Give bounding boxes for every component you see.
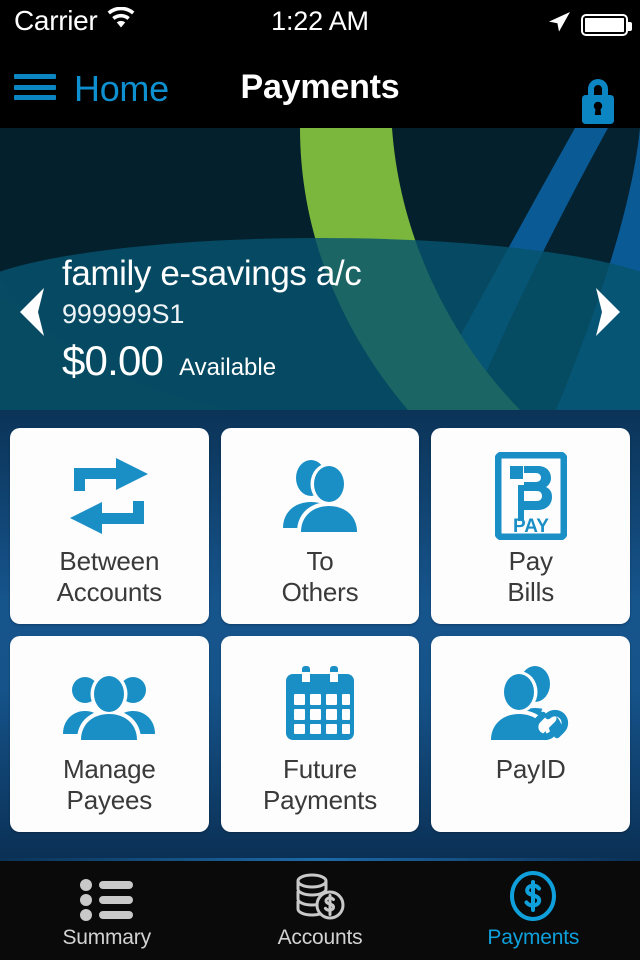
account-balance-row: $0.00 Available <box>62 337 562 385</box>
tile-label: Future Payments <box>262 754 377 815</box>
navigation-bar: Home Payments <box>0 44 640 128</box>
bpay-logo-icon: PAY <box>494 450 567 542</box>
tile-payid[interactable]: PayID <box>431 636 630 832</box>
tile-label: Pay Bills <box>507 546 554 607</box>
calendar-icon <box>280 658 360 750</box>
chevron-right-icon[interactable] <box>586 286 630 338</box>
chevron-left-icon[interactable] <box>10 286 54 338</box>
three-people-icon <box>63 658 156 750</box>
tile-label: To Others <box>281 546 359 607</box>
account-name: family e-savings a/c <box>62 254 362 293</box>
tile-label: Manage Payees <box>62 754 156 815</box>
account-number: 999999S1 <box>62 298 185 329</box>
account-balance-label: Available <box>179 353 277 381</box>
dollar-circle-icon <box>507 870 559 922</box>
padlock-locked-icon[interactable] <box>574 72 622 128</box>
page-title: Payments <box>240 68 400 106</box>
tile-pay-bills[interactable]: PAY Pay Bills <box>431 428 630 624</box>
tile-future-payments[interactable]: Future Payments <box>220 636 420 832</box>
tab-label: Accounts <box>277 926 363 949</box>
coins-dollar-icon <box>292 870 348 922</box>
tab-payments[interactable]: Payments <box>427 860 640 960</box>
battery-full-icon <box>581 13 632 36</box>
status-bar-right <box>546 9 632 40</box>
app-screen: Carrier 1:22 AM Home Payments family e-s… <box>0 0 640 960</box>
status-bar-clock: 1:22 AM <box>271 6 369 36</box>
tile-between-accounts[interactable]: Between Accounts <box>10 428 209 624</box>
tile-manage-payees[interactable]: Manage Payees <box>10 636 209 832</box>
list-bullets-icon <box>79 870 135 922</box>
tab-summary[interactable]: Summary <box>0 860 213 960</box>
account-card-text: family e-savings a/c 999999S1 $0.00 Avai… <box>62 254 562 385</box>
payments-actions-area: Between Accounts To Others PAY Pay Bills… <box>0 410 640 860</box>
tile-to-others[interactable]: To Others <box>220 428 420 624</box>
tile-label: Between Accounts <box>56 546 163 607</box>
person-link-icon <box>485 658 577 750</box>
two-people-icon <box>277 450 363 542</box>
account-card[interactable]: family e-savings a/c 999999S1 $0.00 Avai… <box>0 238 640 410</box>
tab-accounts[interactable]: Accounts <box>213 860 426 960</box>
bottom-tab-bar: Summary Accounts Payments <box>0 858 640 960</box>
svg-text:PAY: PAY <box>513 516 549 537</box>
location-arrow-icon <box>546 9 572 40</box>
transfer-arrows-icon <box>66 450 152 542</box>
account-hero: family e-savings a/c 999999S1 $0.00 Avai… <box>0 128 640 410</box>
payments-tile-grid: Between Accounts To Others PAY Pay Bills… <box>10 428 630 832</box>
tile-label: PayID <box>495 754 566 784</box>
tab-label: Summary <box>62 926 151 949</box>
tab-label: Payments <box>487 926 580 949</box>
status-bar: Carrier 1:22 AM <box>0 0 640 44</box>
account-balance: $0.00 <box>62 336 164 384</box>
